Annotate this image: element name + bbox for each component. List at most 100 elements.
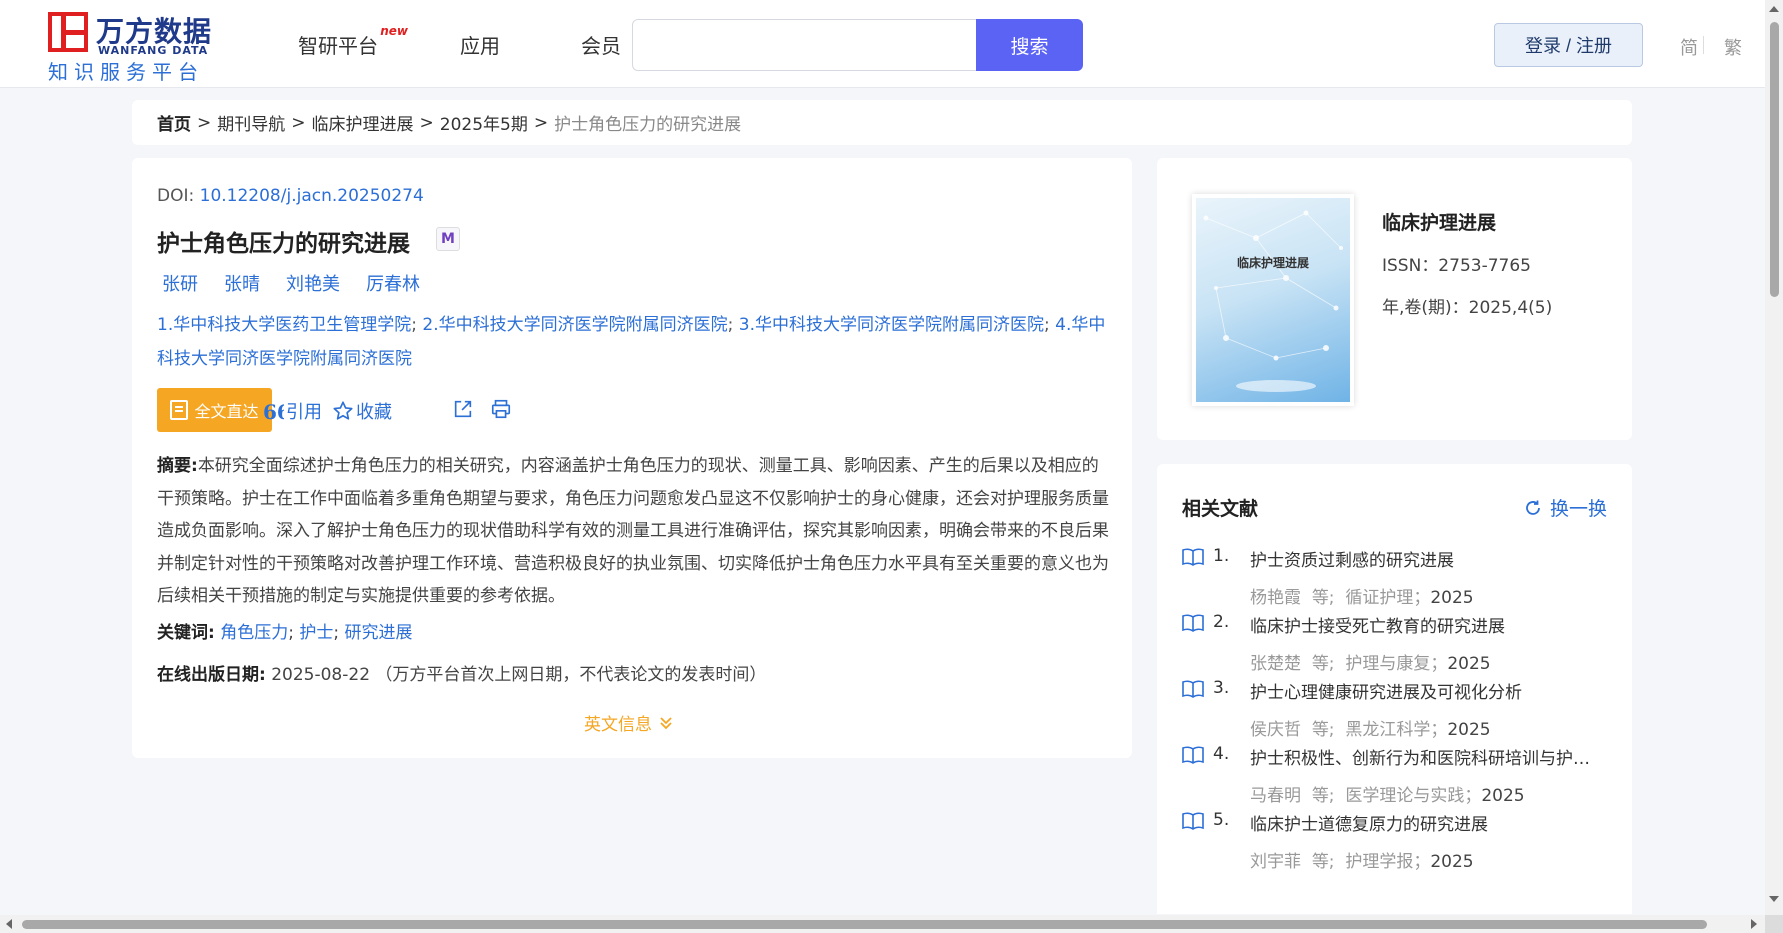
keyword-link[interactable]: 研究进展: [345, 623, 413, 643]
breadcrumb-separator: >: [197, 112, 212, 133]
related-literature-card: 相关文献 换一换 1. 护士资质过剩感的研究进展 杨艳霞 等; 循证护理；202…: [1157, 464, 1632, 914]
english-info-toggle[interactable]: 英文信息: [584, 710, 674, 735]
item-number: 3.: [1213, 678, 1230, 698]
breadcrumb-home[interactable]: 首页: [157, 110, 191, 135]
favorite-label: 收藏: [356, 402, 392, 423]
item-year: 2025: [1430, 588, 1474, 608]
related-title-link[interactable]: 护士心理健康研究进展及可视化分析: [1250, 678, 1600, 703]
abstract-label: 摘要:: [157, 456, 198, 476]
keyword-link[interactable]: 角色压力: [220, 623, 288, 643]
breadcrumb-separator: >: [533, 112, 549, 133]
item-etal: 等;: [1311, 852, 1335, 872]
affiliation-link[interactable]: 2.华中科技大学同济医学院附属同济医院: [422, 315, 727, 335]
nav-member-label: 会员: [581, 34, 621, 58]
keywords-label: 关键词:: [157, 623, 215, 643]
item-author[interactable]: 刘宇菲: [1250, 852, 1301, 872]
print-icon: [491, 399, 511, 419]
item-journal[interactable]: 循证护理；: [1345, 588, 1430, 608]
publish-date: 在线出版日期: 2025-08-22 （万方平台首次上网日期，不代表论文的发表时…: [157, 660, 766, 685]
svg-text:66: 66: [263, 400, 284, 422]
lang-divider: [1703, 36, 1704, 54]
fulltext-label: 全文直达: [194, 404, 259, 421]
related-title-link[interactable]: 护士资质过剩感的研究进展: [1250, 546, 1600, 571]
item-meta: 杨艳霞 等; 循证护理；2025: [1250, 583, 1474, 608]
item-etal: 等;: [1311, 786, 1335, 806]
fulltext-button[interactable]: 全文直达: [157, 388, 272, 432]
item-etal: 等;: [1311, 720, 1335, 740]
breadcrumb-journal-nav[interactable]: 期刊导航: [217, 110, 285, 135]
author-link[interactable]: 张晴: [224, 270, 260, 296]
item-author[interactable]: 张楚楚: [1250, 654, 1301, 674]
share-button[interactable]: [452, 398, 474, 420]
book-icon: [1182, 680, 1204, 698]
related-title-link[interactable]: 临床护士接受死亡教育的研究进展: [1250, 612, 1600, 637]
breadcrumb: 首页 > 期刊导航 > 临床护理进展 > 2025年5期 > 护士角色压力的研究…: [132, 100, 1632, 145]
nav-zhiyan[interactable]: 智研平台 new: [298, 24, 408, 59]
nav-zhiyan-label: 智研平台: [298, 34, 378, 58]
book-icon: [1182, 548, 1204, 566]
m-badge-icon[interactable]: M: [436, 227, 460, 251]
horizontal-scroll-thumb[interactable]: [22, 920, 1707, 929]
article-card: DOI: 10.12208/j.jacn.20250274 护士角色压力的研究进…: [132, 158, 1132, 758]
scrollbar-corner: [1765, 915, 1783, 933]
nav-member[interactable]: 会员: [581, 30, 621, 59]
item-year: 2025: [1447, 654, 1491, 674]
item-etal: 等;: [1311, 654, 1335, 674]
pubdate-note: （万方平台首次上网日期，不代表论文的发表时间）: [375, 665, 767, 685]
favorite-button[interactable]: 收藏: [332, 398, 392, 424]
abstract-text: 本研究全面综述护士角色压力的相关研究，内容涵盖护士角色压力的现状、测量工具、影响…: [157, 456, 1109, 606]
item-author[interactable]: 杨艳霞: [1250, 588, 1301, 608]
item-number: 4.: [1213, 744, 1230, 764]
vertical-scroll-thumb[interactable]: [1770, 22, 1779, 297]
refresh-button[interactable]: 换一换: [1524, 494, 1607, 521]
scroll-right-icon[interactable]: [1751, 919, 1757, 929]
author-link[interactable]: 厉春林: [366, 270, 420, 296]
journal-name[interactable]: 临床护理进展: [1382, 208, 1496, 235]
print-button[interactable]: [490, 398, 512, 420]
wanfang-logo[interactable]: 万方数据 WANFANG DATA 知识服务平台: [48, 10, 223, 84]
pubdate-label: 在线出版日期:: [157, 665, 266, 685]
author-link[interactable]: 张研: [162, 270, 198, 296]
related-title-link[interactable]: 临床护士道德复原力的研究进展: [1250, 810, 1600, 835]
search-button[interactable]: 搜索: [976, 19, 1083, 71]
horizontal-scrollbar[interactable]: [0, 915, 1765, 933]
affiliation-link[interactable]: 3.华中科技大学同济医学院附属同济医院: [739, 315, 1044, 335]
scroll-up-icon[interactable]: [1769, 6, 1779, 12]
keyword-link[interactable]: 护士: [299, 623, 333, 643]
login-register-button[interactable]: 登录 / 注册: [1494, 23, 1643, 67]
item-number: 5.: [1213, 810, 1230, 830]
item-meta: 马春明 等; 医学理论与实践；2025: [1250, 781, 1525, 806]
scroll-down-icon[interactable]: [1769, 896, 1779, 902]
cite-button[interactable]: 66 引用: [262, 398, 322, 424]
abstract: 摘要:本研究全面综述护士角色压力的相关研究，内容涵盖护士角色压力的现状、测量工具…: [157, 450, 1112, 613]
lang-traditional[interactable]: 繁: [1724, 34, 1742, 60]
quote-icon: 66: [263, 400, 284, 422]
share-icon: [454, 400, 472, 418]
journal-card: 临床护理进展 临床护理进展 ISSN：2753-7765 年,卷(期)：2025…: [1157, 158, 1632, 440]
related-title: 相关文献: [1182, 498, 1259, 520]
breadcrumb-issue[interactable]: 2025年5期: [440, 110, 528, 135]
journal-cover[interactable]: 临床护理进展: [1192, 194, 1354, 406]
item-journal[interactable]: 护理学报；: [1345, 852, 1430, 872]
item-journal[interactable]: 黑龙江科学；: [1345, 720, 1447, 740]
author-link[interactable]: 刘艳美: [286, 270, 340, 296]
item-etal: 等;: [1311, 588, 1335, 608]
item-journal[interactable]: 医学理论与实践；: [1345, 786, 1481, 806]
item-journal[interactable]: 护理与康复；: [1345, 654, 1447, 674]
item-author[interactable]: 侯庆哲: [1250, 720, 1301, 740]
english-info-label: 英文信息: [584, 715, 652, 735]
pubdate-value: 2025-08-22: [271, 665, 371, 685]
item-author[interactable]: 马春明: [1250, 786, 1301, 806]
related-title-link[interactable]: 护士积极性、创新行为和医院科研培训与护理科研能力的关系: [1250, 744, 1600, 769]
lang-simplified[interactable]: 简: [1680, 34, 1698, 60]
vertical-scrollbar[interactable]: [1765, 0, 1783, 915]
nav-apps[interactable]: 应用: [460, 30, 500, 59]
logo-subtitle: 知识服务平台: [48, 60, 204, 84]
scroll-left-icon[interactable]: [6, 919, 12, 929]
doi-link[interactable]: 10.12208/j.jacn.20250274: [200, 186, 424, 206]
doi-label: DOI:: [157, 186, 195, 206]
breadcrumb-journal[interactable]: 临床护理进展: [312, 110, 414, 135]
breadcrumb-current: 护士角色压力的研究进展: [554, 115, 742, 135]
search-input[interactable]: [632, 19, 977, 71]
affiliation-link[interactable]: 1.华中科技大学医药卫生管理学院: [157, 315, 411, 335]
